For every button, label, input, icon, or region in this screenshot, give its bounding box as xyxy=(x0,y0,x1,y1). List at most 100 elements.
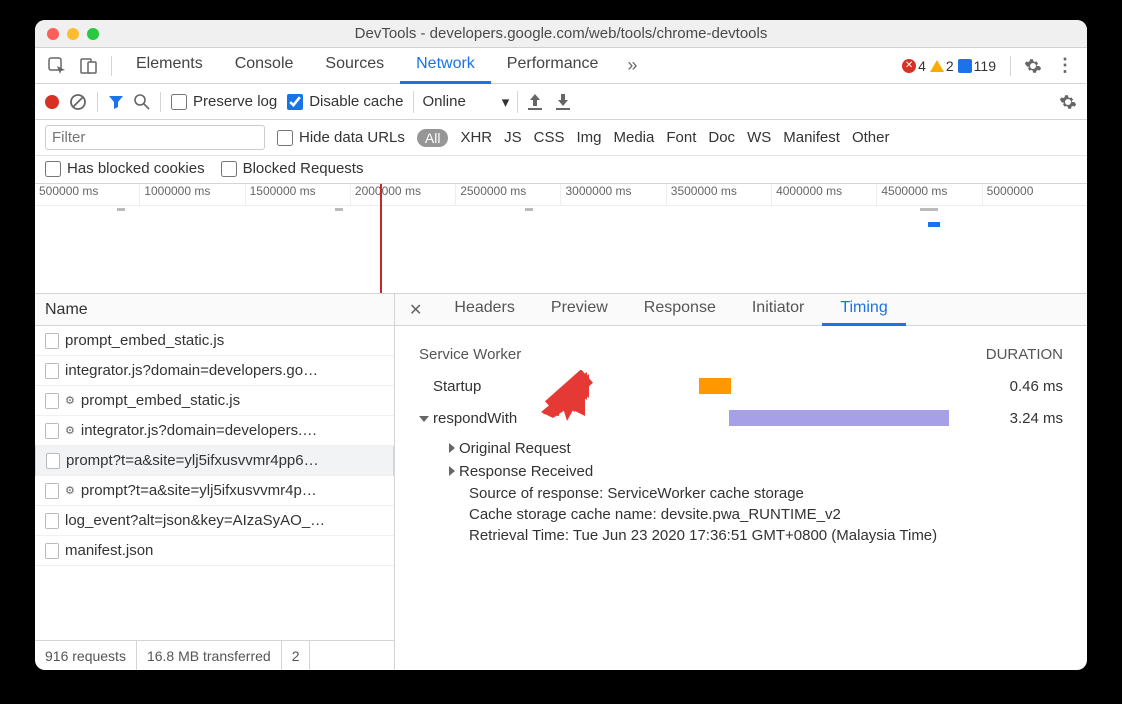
close-window-button[interactable] xyxy=(47,28,59,40)
tab-elements[interactable]: Elements xyxy=(120,47,219,84)
network-split: Name prompt_embed_static.js integrator.js… xyxy=(35,294,1087,670)
timeline-activity-marker xyxy=(525,208,533,211)
disable-cache-checkbox[interactable]: Disable cache xyxy=(287,93,403,110)
more-tabs-icon[interactable]: » xyxy=(618,52,646,80)
tab-console[interactable]: Console xyxy=(219,47,310,84)
main-tabs-row: Elements Console Sources Network Perform… xyxy=(35,48,1087,84)
record-button[interactable] xyxy=(45,95,59,109)
service-worker-gear-icon: ⚙ xyxy=(65,424,75,437)
timing-body: Service Worker DURATION Startup 0.46 ms … xyxy=(395,326,1087,670)
file-icon xyxy=(45,513,59,529)
network-toolbar: Preserve log Disable cache Online ▾ xyxy=(35,84,1087,120)
requests-list: prompt_embed_static.js integrator.js?doma… xyxy=(35,326,394,640)
hide-data-urls-checkbox[interactable]: Hide data URLs xyxy=(277,129,405,146)
filter-input[interactable] xyxy=(45,125,265,150)
request-row[interactable]: prompt_embed_static.js xyxy=(35,326,394,356)
messages-count: 119 xyxy=(974,58,996,74)
request-row[interactable]: integrator.js?domain=developers.go… xyxy=(35,356,394,386)
detail-tabs: ✕ Headers Preview Response Initiator Tim… xyxy=(395,294,1087,326)
timeline-tick: 4500000 ms xyxy=(876,184,981,205)
filter-type-other[interactable]: Other xyxy=(852,129,890,146)
blocked-requests-checkbox[interactable]: Blocked Requests xyxy=(221,160,364,177)
download-har-icon[interactable] xyxy=(556,94,570,110)
error-icon: ✕ xyxy=(902,59,916,73)
preserve-log-checkbox[interactable]: Preserve log xyxy=(171,93,277,110)
blocked-requests-label: Blocked Requests xyxy=(243,160,364,177)
request-row[interactable]: manifest.json xyxy=(35,536,394,566)
errors-count: 4 xyxy=(918,58,926,74)
filter-type-font[interactable]: Font xyxy=(666,129,696,146)
timeline-tick: 2000000 ms xyxy=(350,184,455,205)
filter-all-pill[interactable]: All xyxy=(417,129,449,147)
request-row[interactable]: ⚙prompt_embed_static.js xyxy=(35,386,394,416)
tab-network[interactable]: Network xyxy=(400,47,491,84)
timing-bar-startup xyxy=(699,378,731,394)
filter-toggle-icon[interactable] xyxy=(108,94,124,110)
request-row[interactable]: log_event?alt=json&key=AIzaSyAO_… xyxy=(35,506,394,536)
timing-detail-retrieval-time: Retrieval Time: Tue Jun 23 2020 17:36:51… xyxy=(419,525,1063,546)
network-settings-icon[interactable] xyxy=(1059,93,1077,111)
inspect-element-icon[interactable] xyxy=(43,52,71,80)
filter-type-media[interactable]: Media xyxy=(614,129,655,146)
timeline-tick: 1500000 ms xyxy=(245,184,350,205)
timing-child-response-received[interactable]: Response Received xyxy=(419,460,1063,483)
request-row[interactable]: ⚙ prompt?t=a&site=ylj5ifxusvvmr4p… xyxy=(35,476,394,506)
request-name: prompt_embed_static.js xyxy=(65,332,224,349)
message-icon xyxy=(958,59,972,73)
settings-icon[interactable] xyxy=(1019,52,1047,80)
filter-type-xhr[interactable]: XHR xyxy=(460,129,492,146)
detail-tab-preview[interactable]: Preview xyxy=(533,293,626,326)
kebab-menu-icon[interactable]: ⋮ xyxy=(1051,52,1079,80)
request-name: prompt?t=a&site=ylj5ifxusvvmr4pp6… xyxy=(66,452,319,469)
filter-type-doc[interactable]: Doc xyxy=(708,129,735,146)
file-icon xyxy=(45,483,59,499)
messages-badge[interactable]: 119 xyxy=(958,58,996,74)
warnings-badge[interactable]: 2 xyxy=(930,58,954,74)
upload-har-icon[interactable] xyxy=(528,94,542,110)
errors-badge[interactable]: ✕ 4 xyxy=(902,58,926,74)
request-name: manifest.json xyxy=(65,542,153,559)
timing-row-respondwith[interactable]: respondWith 3.24 ms xyxy=(419,405,1063,431)
status-transferred: 16.8 MB transferred xyxy=(137,641,282,670)
file-icon xyxy=(45,423,59,439)
filter-type-img[interactable]: Img xyxy=(576,129,601,146)
request-name: prompt?t=a&site=ylj5ifxusvvmr4p… xyxy=(81,482,317,499)
request-row[interactable]: ⚙ integrator.js?domain=developers.… xyxy=(35,416,394,446)
timeline-overview[interactable]: 500000 ms 1000000 ms 1500000 ms 2000000 … xyxy=(35,184,1087,294)
timing-child-original-request[interactable]: Original Request xyxy=(419,437,1063,460)
request-row[interactable]: prompt?t=a&site=ylj5ifxusvvmr4pp6… xyxy=(35,446,394,476)
maximize-window-button[interactable] xyxy=(87,28,99,40)
timing-bar-respondwith xyxy=(729,410,949,426)
filter-type-js[interactable]: JS xyxy=(504,129,522,146)
detail-tab-response[interactable]: Response xyxy=(626,293,734,326)
search-icon[interactable] xyxy=(134,94,150,110)
detail-pane: ✕ Headers Preview Response Initiator Tim… xyxy=(395,294,1087,670)
filter-type-ws[interactable]: WS xyxy=(747,129,771,146)
filter-type-css[interactable]: CSS xyxy=(534,129,565,146)
throttling-select[interactable]: Online ▾ xyxy=(413,91,518,113)
filter-row-2: Has blocked cookies Blocked Requests xyxy=(35,156,1087,184)
tab-sources[interactable]: Sources xyxy=(309,47,400,84)
request-name: integrator.js?domain=developers.… xyxy=(81,422,317,439)
titlebar: DevTools - developers.google.com/web/too… xyxy=(35,20,1087,48)
close-detail-icon[interactable]: ✕ xyxy=(395,300,436,320)
timeline-tick: 500000 ms xyxy=(35,184,139,205)
clear-button[interactable] xyxy=(69,93,87,111)
device-toolbar-icon[interactable] xyxy=(75,52,103,80)
detail-tab-timing[interactable]: Timing xyxy=(822,293,905,326)
timing-respondwith-label: respondWith xyxy=(433,410,517,427)
timing-respondwith-duration: 3.24 ms xyxy=(983,410,1063,427)
filter-type-manifest[interactable]: Manifest xyxy=(783,129,840,146)
service-worker-gear-icon: ⚙ xyxy=(65,484,75,497)
timeline-activity-marker xyxy=(335,208,343,211)
detail-tab-initiator[interactable]: Initiator xyxy=(734,293,822,326)
service-worker-gear-icon: ⚙ xyxy=(65,394,75,407)
detail-tab-headers[interactable]: Headers xyxy=(436,293,532,326)
column-header-name[interactable]: Name xyxy=(35,294,394,326)
caret-down-icon xyxy=(419,416,429,422)
minimize-window-button[interactable] xyxy=(67,28,79,40)
tab-performance[interactable]: Performance xyxy=(491,47,615,84)
has-blocked-cookies-checkbox[interactable]: Has blocked cookies xyxy=(45,160,205,177)
timeline-activity-marker xyxy=(920,208,938,211)
hide-data-urls-label: Hide data URLs xyxy=(299,129,405,146)
